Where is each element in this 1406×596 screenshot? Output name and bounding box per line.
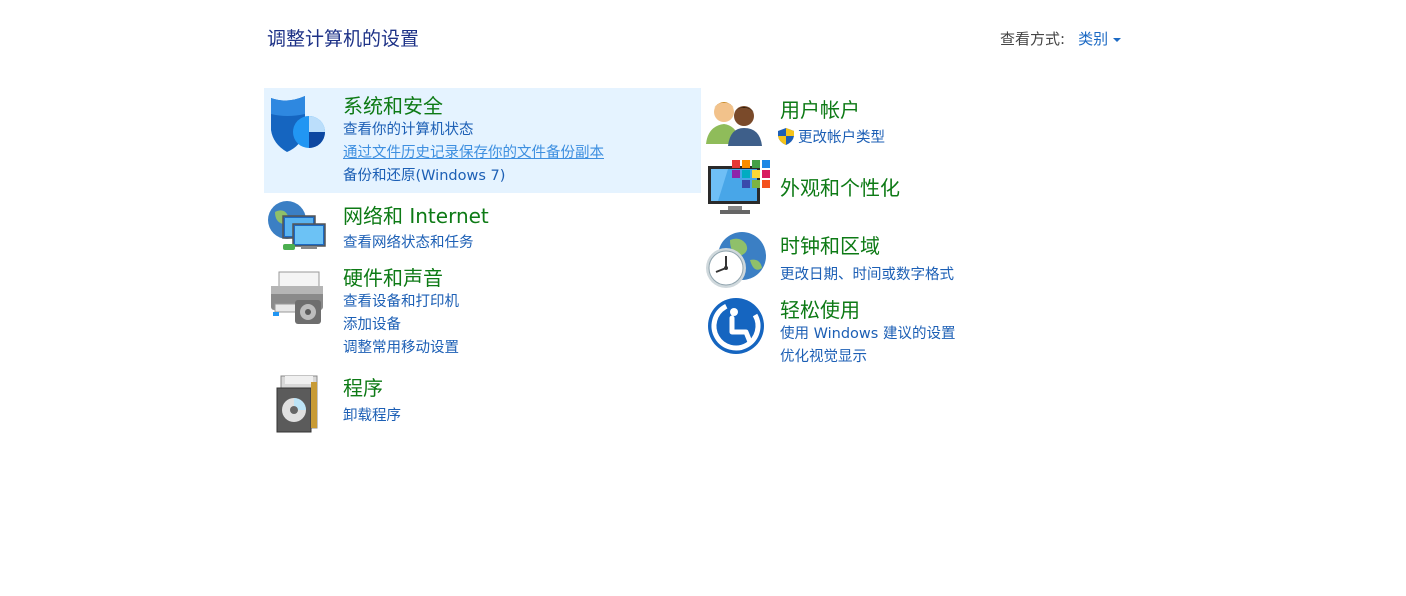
- link-network-status[interactable]: 查看网络状态和任务: [343, 231, 474, 252]
- programs-disc-box-icon[interactable]: [265, 372, 329, 436]
- uac-shield-icon: [778, 128, 794, 145]
- category-title-ease-of-access[interactable]: 轻松使用: [780, 294, 860, 323]
- link-change-account-type-label: 更改帐户类型: [798, 130, 885, 146]
- link-mobility-settings[interactable]: 调整常用移动设置: [343, 336, 459, 357]
- category-title-hardware-sound[interactable]: 硬件和声音: [343, 262, 443, 291]
- page-title: 调整计算机的设置: [267, 28, 420, 50]
- network-globe-icon[interactable]: [265, 198, 329, 262]
- link-change-date-time-format[interactable]: 更改日期、时间或数字格式: [780, 263, 954, 284]
- link-windows-recommended-settings[interactable]: 使用 Windows 建议的设置: [780, 322, 955, 343]
- link-view-computer-status[interactable]: 查看你的计算机状态: [343, 118, 474, 139]
- link-file-history-backup[interactable]: 通过文件历史记录保存你的文件备份副本: [343, 141, 604, 162]
- link-add-device[interactable]: 添加设备: [343, 313, 401, 334]
- category-title-programs[interactable]: 程序: [343, 372, 383, 401]
- chevron-down-icon[interactable]: [1113, 37, 1122, 42]
- ease-of-access-icon[interactable]: [706, 296, 770, 360]
- category-title-user-accounts[interactable]: 用户帐户: [780, 94, 860, 123]
- clock-globe-icon[interactable]: [704, 230, 768, 294]
- monitor-color-tiles-icon[interactable]: [706, 158, 770, 222]
- users-icon[interactable]: [702, 94, 766, 158]
- category-title-system-security[interactable]: 系统和安全: [343, 90, 443, 119]
- category-title-appearance[interactable]: 外观和个性化: [780, 172, 900, 201]
- view-by: 查看方式: 类别: [1000, 28, 1122, 49]
- link-optimize-visual-display[interactable]: 优化视觉显示: [780, 345, 867, 366]
- link-change-account-type[interactable]: 更改帐户类型: [778, 126, 885, 147]
- link-backup-restore[interactable]: 备份和还原(Windows 7): [343, 164, 505, 185]
- category-title-network[interactable]: 网络和 Internet: [343, 200, 489, 229]
- category-title-clock-region[interactable]: 时钟和区域: [780, 230, 880, 259]
- view-by-dropdown[interactable]: 类别: [1078, 28, 1108, 49]
- printer-icon[interactable]: [265, 268, 329, 332]
- link-uninstall-program[interactable]: 卸载程序: [343, 404, 401, 425]
- shield-icon[interactable]: [265, 92, 329, 156]
- link-devices-printers[interactable]: 查看设备和打印机: [343, 290, 459, 311]
- view-by-label: 查看方式:: [1000, 30, 1066, 48]
